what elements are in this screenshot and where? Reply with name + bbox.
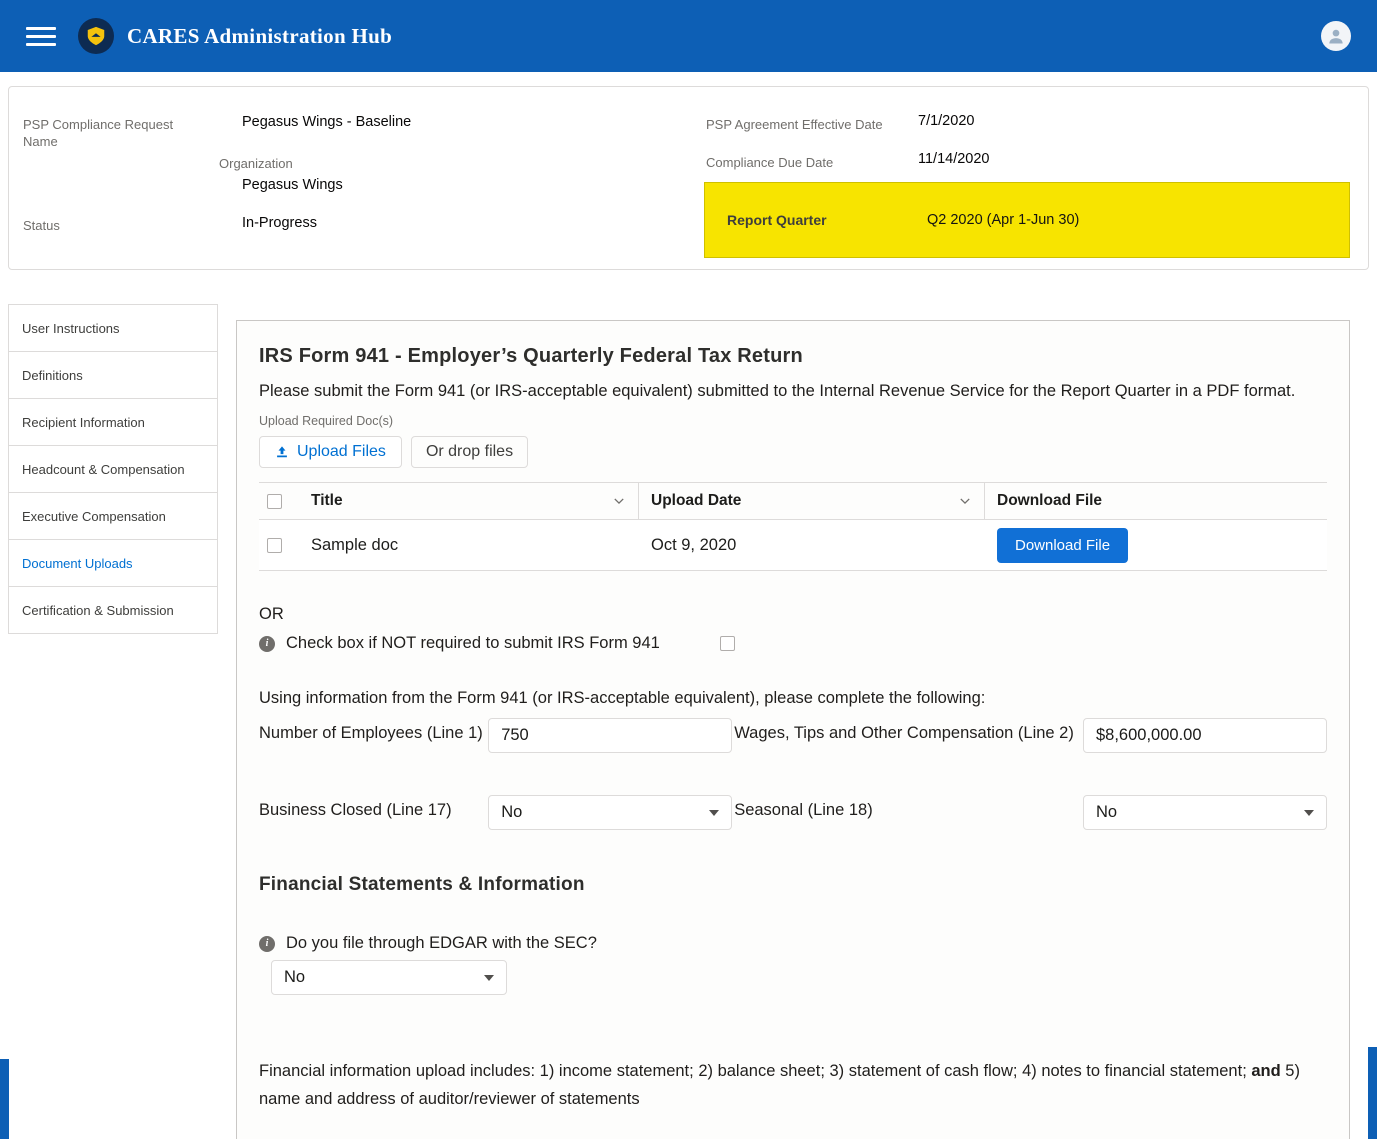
report-quarter-highlight: Report Quarter Q2 2020 (Apr 1-Jun 30) [704, 182, 1350, 258]
sidebar-item-certification-submission[interactable]: Certification & Submission [8, 586, 218, 634]
sidebar-item-label: Definitions [22, 368, 83, 383]
due-date-label: Compliance Due Date [706, 154, 833, 171]
info-icon: i [259, 636, 275, 652]
drop-files-zone[interactable]: Or drop files [411, 436, 528, 468]
status-value: In-Progress [242, 214, 317, 233]
sidebar-item-definitions[interactable]: Definitions [8, 351, 218, 399]
app-header: CARES Administration Hub [0, 0, 1377, 72]
sidebar-item-label: Document Uploads [22, 556, 133, 571]
financial-upload-note: Financial information upload includes: 1… [259, 1057, 1324, 1113]
due-date-value: 11/14/2020 [918, 150, 990, 169]
uploaded-files-table: Title Upload Date Download File Sa [259, 482, 1327, 571]
organization-value: Pegasus Wings [242, 176, 343, 195]
seasonal-label: Seasonal (Line 18) [732, 795, 1083, 830]
chevron-down-icon [612, 494, 626, 508]
not-required-label: Check box if NOT required to submit IRS … [286, 634, 660, 653]
drop-files-label: Or drop files [426, 443, 513, 461]
seasonal-select[interactable]: No [1083, 795, 1327, 830]
file-title-cell: Sample doc [299, 536, 639, 555]
user-avatar[interactable] [1321, 21, 1351, 51]
column-header-label: Upload Date [651, 492, 741, 510]
sidebar-item-executive-compensation[interactable]: Executive Compensation [8, 492, 218, 540]
dropdown-caret-icon [709, 810, 719, 816]
sidebar-item-user-instructions[interactable]: User Instructions [8, 304, 218, 352]
form941-instructions: Using information from the Form 941 (or … [259, 689, 1327, 708]
financial-section-title: Financial Statements & Information [259, 874, 1327, 896]
form941-title: IRS Form 941 - Employer’s Quarterly Fede… [259, 345, 1327, 368]
column-header-label: Title [311, 492, 343, 510]
column-header-title[interactable]: Title [299, 483, 639, 519]
section-nav: User Instructions Definitions Recipient … [8, 304, 218, 634]
chevron-down-icon [958, 494, 972, 508]
column-header-label: Download File [997, 492, 1102, 510]
info-icon: i [259, 936, 275, 952]
sidebar-item-label: Executive Compensation [22, 509, 166, 524]
page-background-edge [1368, 1047, 1377, 1139]
note-prefix: Financial information upload includes: 1… [259, 1062, 1251, 1080]
compliance-summary-card: PSP Compliance Request Name Pegasus Wing… [8, 86, 1369, 270]
download-file-button[interactable]: Download File [997, 528, 1128, 563]
note-bold: and [1251, 1062, 1280, 1080]
upload-required-label: Upload Required Doc(s) [259, 414, 1327, 428]
edgar-value: No [284, 968, 305, 987]
edgar-select[interactable]: No [271, 960, 507, 995]
hamburger-menu-icon[interactable] [26, 22, 56, 51]
sidebar-item-headcount-compensation[interactable]: Headcount & Compensation [8, 445, 218, 493]
or-label: OR [259, 605, 1327, 624]
report-quarter-value: Q2 2020 (Apr 1-Jun 30) [927, 212, 1079, 228]
select-all-checkbox[interactable] [267, 494, 282, 509]
app-title: CARES Administration Hub [127, 24, 392, 49]
sidebar-item-recipient-information[interactable]: Recipient Information [8, 398, 218, 446]
not-required-checkbox[interactable] [720, 636, 735, 651]
sidebar-item-label: Certification & Submission [22, 603, 174, 618]
person-icon [1326, 26, 1346, 46]
document-uploads-panel: IRS Form 941 - Employer’s Quarterly Fede… [236, 320, 1350, 1139]
app-logo [78, 18, 114, 54]
upload-icon [275, 445, 289, 459]
dropdown-caret-icon [1304, 810, 1314, 816]
business-closed-value: No [501, 803, 522, 822]
form941-description: Please submit the Form 941 (or IRS-accep… [259, 377, 1324, 405]
seasonal-value: No [1096, 803, 1117, 822]
business-closed-label: Business Closed (Line 17) [259, 795, 488, 830]
row-checkbox[interactable] [267, 538, 282, 553]
wages-input[interactable] [1083, 718, 1327, 753]
page-background-edge [0, 1059, 9, 1139]
organization-label: Organization [219, 155, 293, 172]
upload-files-label: Upload Files [297, 443, 386, 461]
sidebar-item-document-uploads[interactable]: Document Uploads [8, 539, 218, 587]
column-header-upload-date[interactable]: Upload Date [639, 483, 985, 519]
request-name-value: Pegasus Wings - Baseline [242, 113, 411, 132]
status-label: Status [23, 217, 60, 234]
employees-label: Number of Employees (Line 1) [259, 718, 488, 753]
upload-date-cell: Oct 9, 2020 [639, 536, 985, 555]
sidebar-item-label: User Instructions [22, 321, 120, 336]
business-closed-select[interactable]: No [488, 795, 732, 830]
column-header-download-file: Download File [985, 483, 1327, 519]
report-quarter-label: Report Quarter [727, 212, 927, 228]
sidebar-item-label: Recipient Information [22, 415, 145, 430]
upload-files-button[interactable]: Upload Files [259, 436, 402, 468]
shield-icon [85, 25, 107, 47]
wages-label: Wages, Tips and Other Compensation (Line… [732, 718, 1083, 753]
edgar-question-label: Do you file through EDGAR with the SEC? [286, 934, 597, 953]
request-name-label: PSP Compliance Request Name [23, 116, 188, 150]
sidebar-item-label: Headcount & Compensation [22, 462, 185, 477]
effective-date-value: 7/1/2020 [918, 112, 974, 131]
dropdown-caret-icon [484, 975, 494, 981]
employees-input[interactable] [488, 718, 732, 753]
table-row: Sample doc Oct 9, 2020 Download File [259, 520, 1327, 571]
effective-date-label: PSP Agreement Effective Date [706, 116, 883, 133]
table-header-row: Title Upload Date Download File [259, 483, 1327, 520]
